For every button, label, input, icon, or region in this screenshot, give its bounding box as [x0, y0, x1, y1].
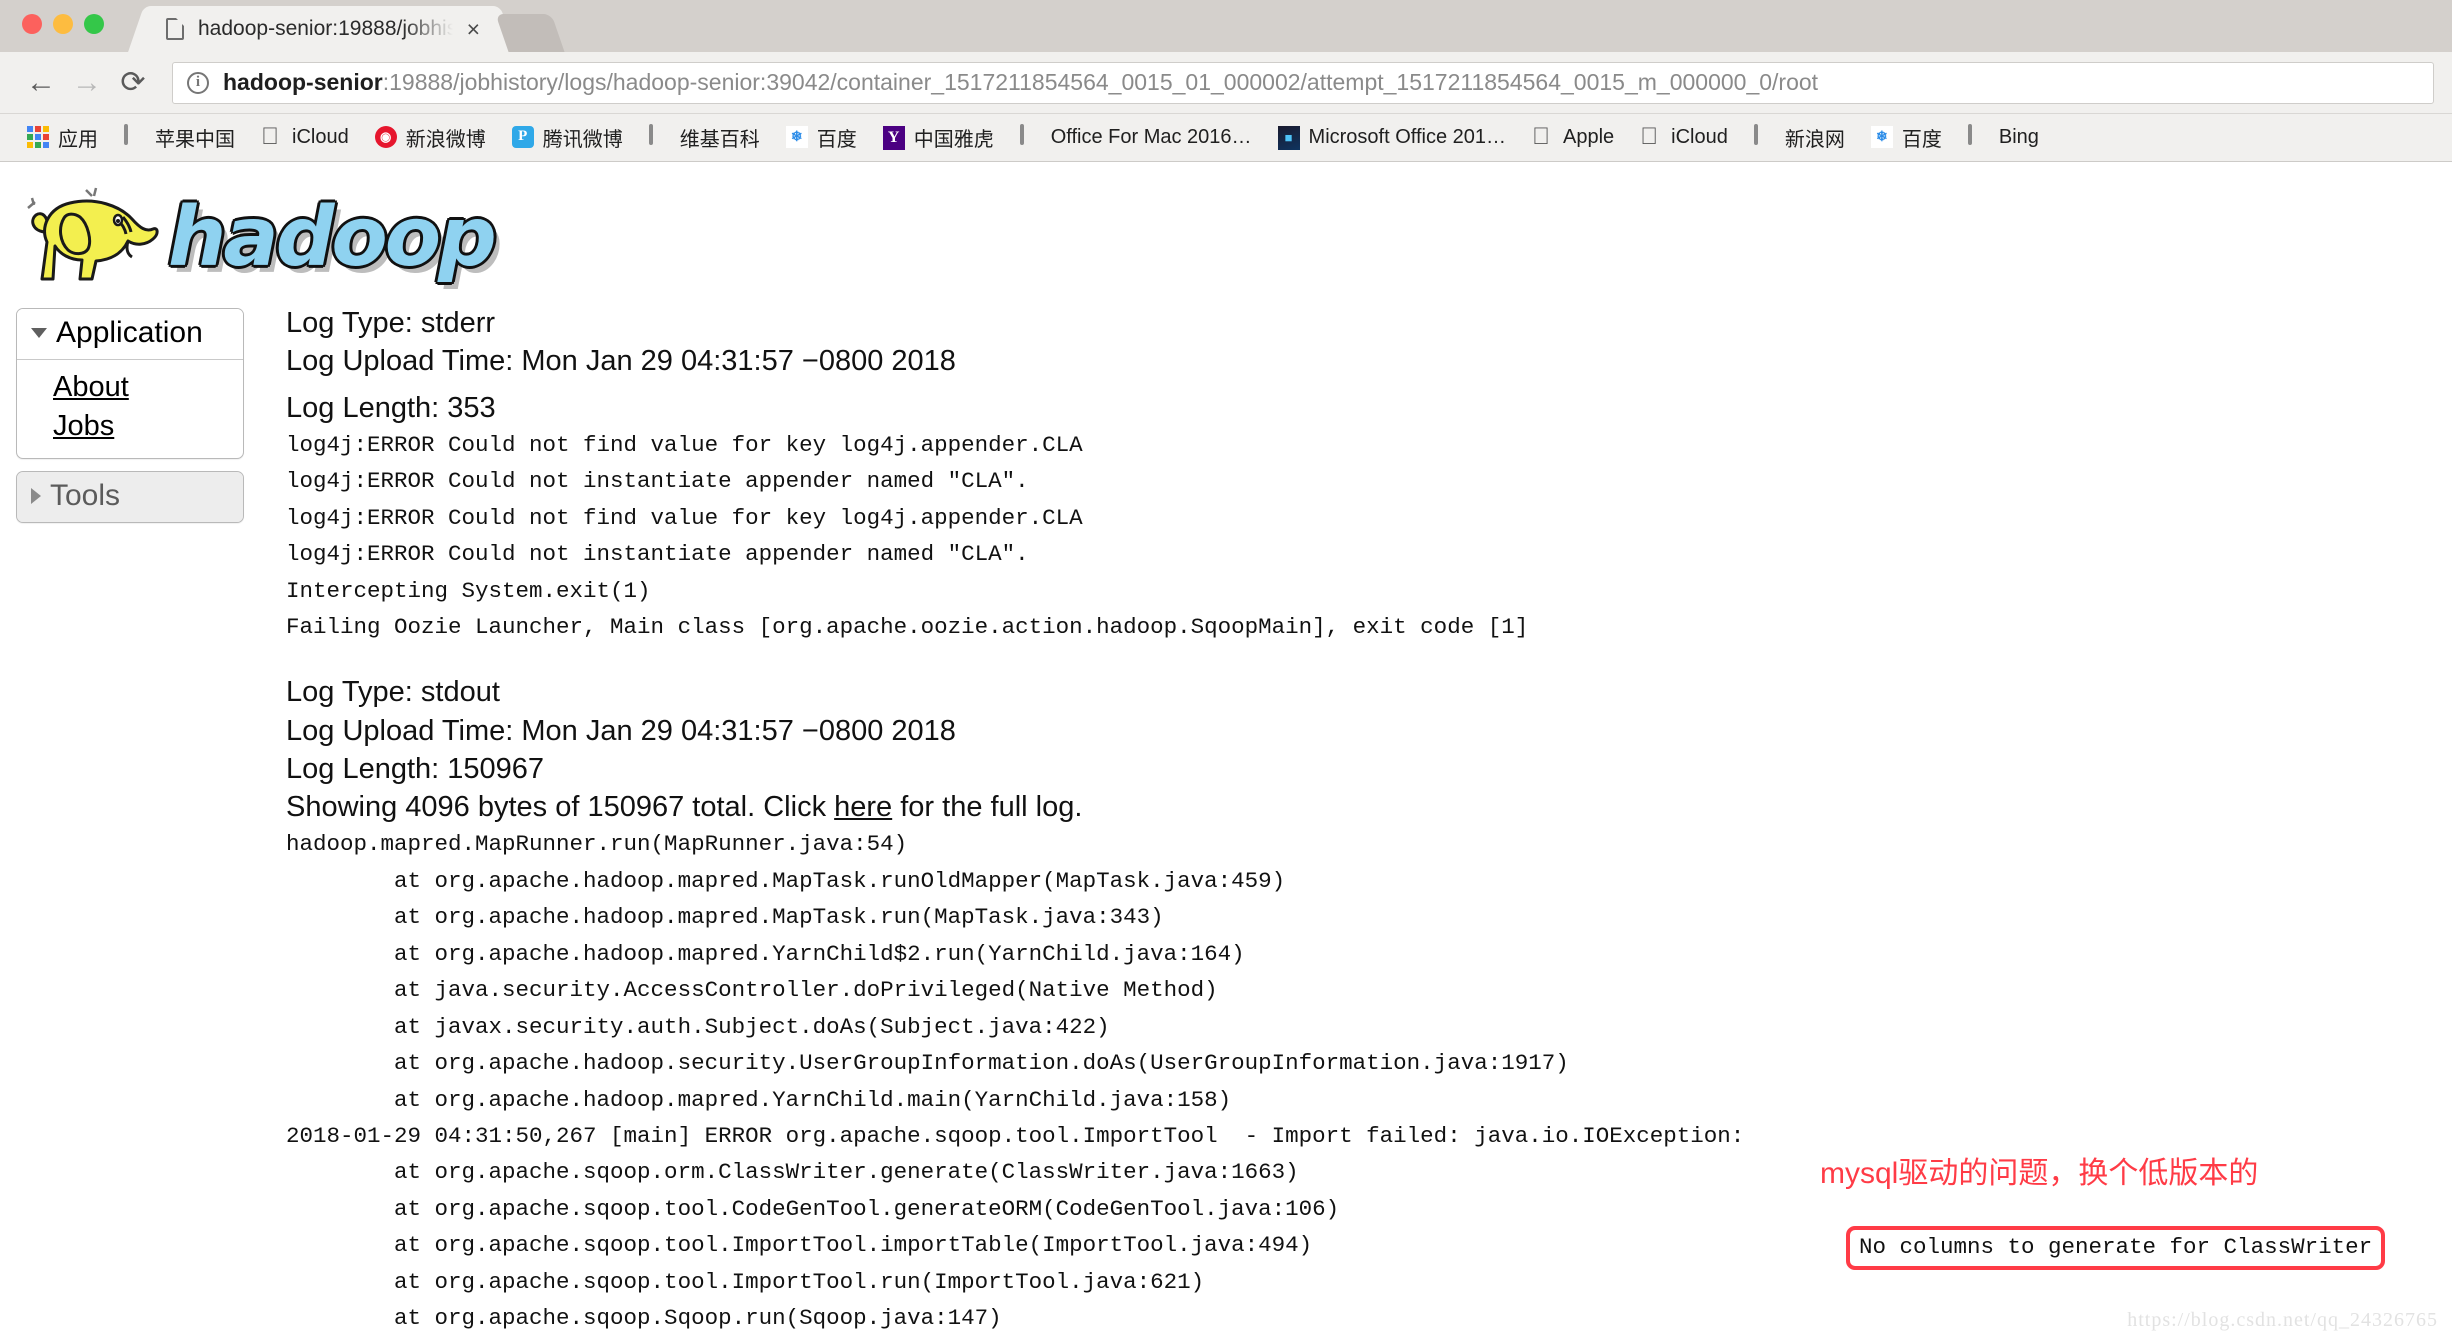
sidebar-nav: Application About Jobs Tools: [16, 308, 244, 535]
bookmark-wikipedia[interactable]: 维基百科: [636, 118, 773, 158]
reload-icon[interactable]: ⟳: [110, 60, 156, 106]
bookmark-bing[interactable]: Bing: [1955, 118, 2052, 158]
minimize-window-button[interactable]: [53, 14, 73, 34]
status-badge: No columns to generate for ClassWriter: [1846, 1226, 2386, 1271]
annotation-note: mysql驱动的问题，换个低版本的: [1820, 1157, 2259, 1190]
stdout-stacktrace-top: hadoop.mapred.MapRunner.run(MapRunner.ja…: [286, 831, 1569, 1113]
maximize-window-button[interactable]: [84, 14, 104, 34]
hadoop-logo[interactable]: hadoop: [22, 184, 2452, 292]
sidebar-item-jobs[interactable]: Jobs: [17, 407, 243, 446]
bookmark-label: Apple: [1563, 126, 1615, 148]
window-traffic-lights: [22, 14, 104, 34]
sidebar-panel-tools: Tools: [16, 471, 244, 524]
bookmark-label: 百度: [816, 129, 857, 151]
browser-toolbar: ← → ⟳ i hadoop-senior:19888/jobhistory/l…: [0, 52, 2452, 114]
page-content: hadoop Application About Jobs Tools Log …: [0, 162, 2452, 1340]
bookmark-icloud-2[interactable]:  iCloud: [1627, 118, 1741, 158]
tab-strip: hadoop-senior:19888/jobhisto ×: [0, 0, 2452, 52]
bookmark-label: Microsoft Office 201…: [1308, 126, 1507, 148]
bookmark-baidu-2[interactable]: ❄ 百度: [1858, 118, 1955, 158]
hadoop-wordmark: hadoop: [168, 190, 497, 285]
close-window-button[interactable]: [22, 14, 42, 34]
bookmark-sina-weibo[interactable]: ◉ 新浪微博: [362, 118, 499, 158]
back-arrow-icon[interactable]: ←: [18, 60, 64, 106]
bookmark-tencent-weibo[interactable]: P 腾讯微博: [499, 118, 636, 158]
bookmark-apple-china[interactable]: 苹果中国: [111, 118, 248, 158]
apple-icon: : [261, 124, 283, 150]
page-icon: [1967, 123, 1990, 150]
bookmark-apple[interactable]:  Apple: [1519, 118, 1627, 158]
bookmark-baidu-1[interactable]: ❄ 百度: [773, 118, 870, 158]
page-icon: [124, 123, 146, 150]
bookmark-label: iCloud: [1671, 126, 1728, 148]
bookmark-yahoo-china[interactable]: Y 中国雅虎: [870, 118, 1007, 158]
bookmark-label: 腾讯微博: [542, 129, 623, 151]
baidu-paw-icon: ❄: [1870, 125, 1893, 150]
stderr-log-body: log4j:ERROR Could not find value for key…: [286, 431, 1529, 640]
browser-window: hadoop-senior:19888/jobhisto × ← → ⟳ i h…: [0, 0, 2452, 1340]
bookmark-icloud-1[interactable]:  iCloud: [248, 118, 362, 158]
office-icon: ■: [1277, 125, 1300, 150]
page-icon: [1019, 123, 1042, 150]
stderr-upload-time: Log Upload Time: Mon Jan 29 04:31:57 −08…: [286, 345, 956, 378]
watermark: https://blog.csdn.net/qq_24326765: [2127, 1309, 2438, 1331]
info-circle-icon[interactable]: i: [187, 71, 209, 94]
sidebar-panel-application: Application About Jobs: [16, 308, 244, 460]
weibo-icon: ◉: [374, 125, 397, 150]
apple-icon: : [1532, 124, 1554, 150]
showing-suffix: for the full log.: [892, 791, 1083, 824]
yahoo-icon: Y: [882, 125, 905, 150]
bookmark-microsoft-office[interactable]: ■ Microsoft Office 201…: [1265, 118, 1519, 158]
chevron-right-icon[interactable]: [31, 488, 41, 505]
bookmark-label: Bing: [1998, 126, 2039, 148]
sidebar-item-about[interactable]: About: [17, 368, 243, 407]
page-icon: [648, 123, 671, 150]
bookmark-sina-net[interactable]: 新浪网: [1741, 118, 1858, 158]
stdout-showing-notice: Showing 4096 bytes of 150967 total. Clic…: [286, 788, 2442, 826]
full-log-link[interactable]: here: [834, 791, 892, 823]
url-path: :19888/jobhistory/logs/hadoop-senior:390…: [382, 69, 1819, 95]
highlighted-exception-text: No columns to generate for ClassWriter: [1859, 1234, 2373, 1260]
bookmark-label: 百度: [1901, 129, 1942, 151]
apple-icon: : [1640, 124, 1662, 150]
stdout-log-length: Log Length: 150967: [286, 752, 545, 785]
bookmark-label: 新浪微博: [405, 129, 486, 151]
bookmark-office-for-mac[interactable]: Office For Mac 2016…: [1007, 118, 1265, 158]
bookmark-label: 中国雅虎: [913, 129, 994, 151]
elephant-icon: [27, 187, 159, 281]
showing-prefix: Showing 4096 bytes of 150967 total. Clic…: [286, 791, 835, 824]
bookmark-label: Office For Mac 2016…: [1050, 126, 1252, 148]
stderr-log-length: Log Length: 353: [286, 391, 496, 424]
sidebar-section-title: Application: [56, 316, 203, 349]
stderr-log-type: Log Type: stderr: [286, 307, 496, 339]
stdout-log-type: Log Type: stdout: [286, 676, 500, 709]
address-bar-url: hadoop-senior:19888/jobhistory/logs/hado…: [223, 69, 1818, 96]
bookmark-label: 新浪网: [1784, 129, 1845, 151]
forward-arrow-icon[interactable]: →: [64, 60, 110, 106]
baidu-paw-icon: ❄: [785, 125, 808, 150]
tencent-weibo-icon: P: [511, 125, 534, 150]
browser-tab-active[interactable]: hadoop-senior:19888/jobhisto ×: [148, 6, 496, 52]
close-icon[interactable]: ×: [461, 17, 486, 41]
sidebar-panel-body: About Jobs: [17, 360, 243, 458]
sidebar-item-tools[interactable]: Tools: [17, 472, 243, 523]
bookmarks-bar: 应用 苹果中国  iCloud ◉ 新浪微博 P 腾讯微博 维基百科 ❄ 百度…: [0, 114, 2452, 162]
url-host: hadoop-senior: [223, 69, 383, 95]
chevron-down-icon[interactable]: [31, 328, 47, 338]
bookmark-label: iCloud: [292, 126, 349, 148]
new-tab-button[interactable]: [495, 14, 565, 52]
sidebar-section-title: Tools: [50, 479, 121, 513]
bookmark-label: 应用: [58, 129, 98, 151]
tab-title: hadoop-senior:19888/jobhisto: [198, 17, 461, 40]
sidebar-item-application[interactable]: Application: [17, 309, 243, 360]
bookmark-apps[interactable]: 应用: [14, 118, 111, 158]
page-icon: [166, 18, 184, 40]
bookmark-label: 苹果中国: [155, 129, 235, 151]
address-bar[interactable]: i hadoop-senior:19888/jobhistory/logs/ha…: [172, 61, 2434, 104]
bookmark-label: 维基百科: [679, 129, 760, 151]
stdout-upload-time: Log Upload Time: Mon Jan 29 04:31:57 −08…: [286, 714, 956, 747]
page-icon: [1753, 123, 1776, 150]
apps-grid-icon: [27, 125, 49, 150]
hadoop-logo-area: hadoop: [0, 162, 2452, 281]
